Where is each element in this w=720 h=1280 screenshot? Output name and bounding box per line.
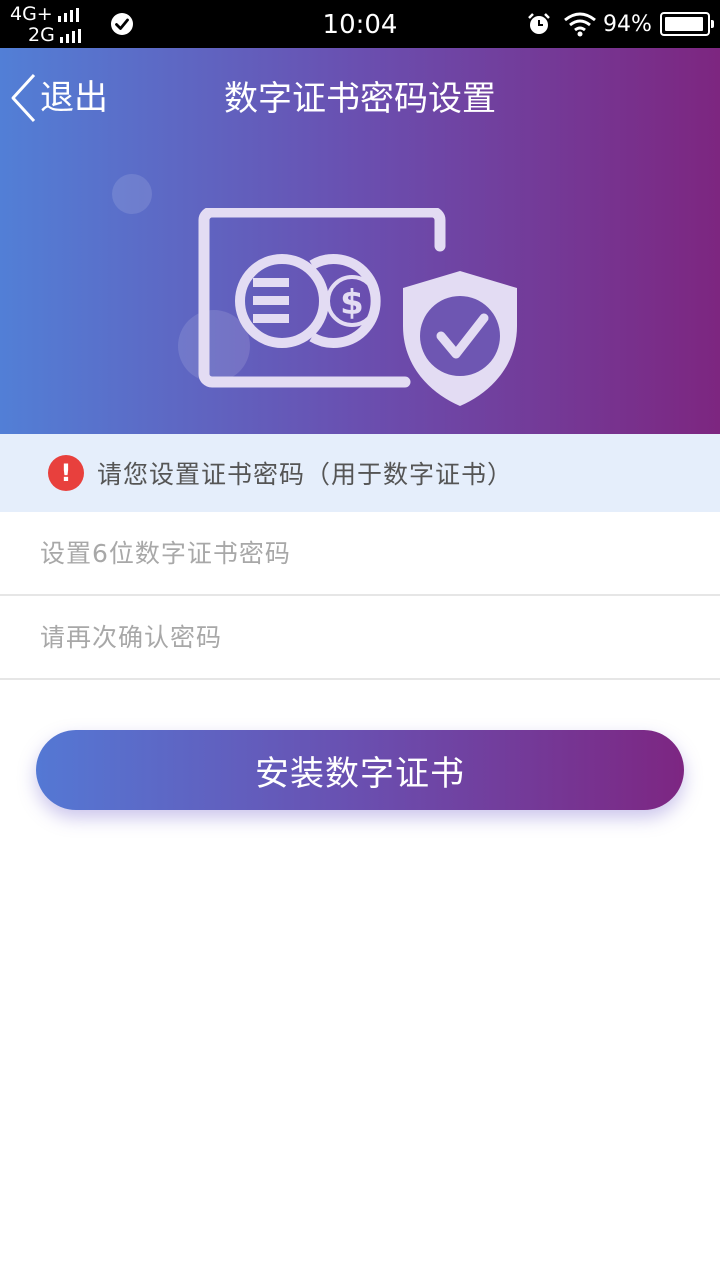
status-bar: 4G+ 2G 10:04 94% <box>0 0 720 48</box>
notice-text: 请您设置证书密码（用于数字证书） <box>97 460 514 489</box>
battery-icon <box>660 12 714 36</box>
password-input[interactable] <box>0 512 720 594</box>
header-banner: 退出 数字证书密码设置 $ <box>0 48 720 434</box>
install-certificate-button[interactable]: 安装数字证书 <box>36 730 684 810</box>
wifi-icon <box>564 12 596 37</box>
confirm-password-field <box>0 596 720 680</box>
certificate-shield-icon: $ <box>198 208 517 406</box>
svg-text:$: $ <box>340 283 364 323</box>
battery-percent: 94% <box>603 12 652 37</box>
decorative-bubble <box>112 174 152 214</box>
password-field <box>0 512 720 596</box>
page-title: 数字证书密码设置 <box>224 79 496 119</box>
alarm-clock-icon <box>528 13 550 34</box>
exclamation-icon: ! <box>48 455 84 491</box>
confirm-password-input[interactable] <box>0 596 720 678</box>
battery-level <box>665 17 703 31</box>
notice-bar: ! 请您设置证书密码（用于数字证书） <box>0 434 720 512</box>
